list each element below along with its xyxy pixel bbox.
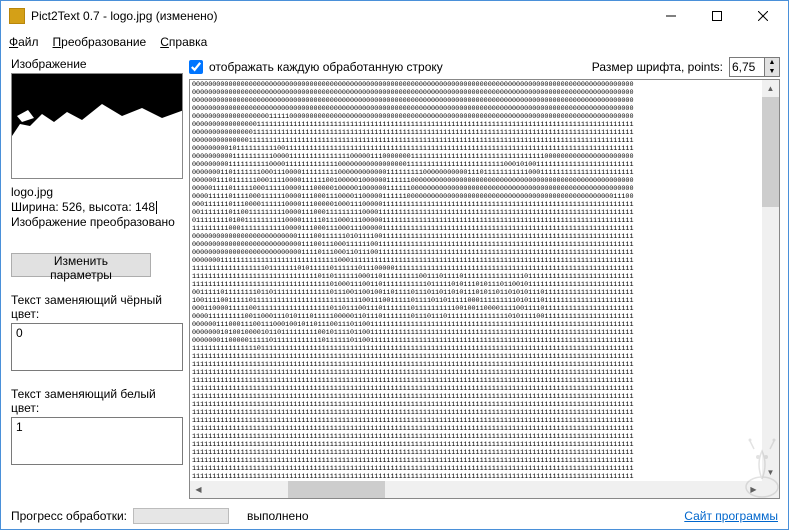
filename: logo.jpg: [11, 185, 183, 200]
minimize-button[interactable]: [648, 1, 694, 31]
app-icon: [9, 8, 25, 24]
scroll-left-icon[interactable]: ◀: [190, 481, 207, 498]
hscroll-thumb[interactable]: [288, 481, 385, 498]
font-size-input[interactable]: [730, 58, 764, 76]
right-panel: отображать каждую обработанную строку Ра…: [189, 53, 788, 503]
progress-done-label: выполнено: [247, 509, 309, 523]
hscroll-track[interactable]: [207, 481, 745, 498]
scroll-up-icon[interactable]: ▲: [762, 80, 779, 97]
vscroll-track[interactable]: [762, 97, 779, 464]
titlebar[interactable]: Pict2Text 0.7 - logo.jpg (изменено): [1, 1, 788, 31]
menu-help[interactable]: Справка: [160, 35, 207, 49]
text-output-content[interactable]: 0000000000000000000000000000000000000000…: [190, 80, 762, 481]
vertical-scrollbar[interactable]: ▲ ▼: [762, 80, 779, 481]
change-params-button[interactable]: Изменить параметры: [11, 253, 151, 277]
font-size-label: Размер шрифта, points:: [592, 60, 723, 74]
maximize-button[interactable]: [694, 1, 740, 31]
vscroll-thumb[interactable]: [762, 97, 779, 207]
image-dimensions: Ширина: 526, высота: 148: [11, 200, 155, 214]
show-each-line-checkbox[interactable]: [189, 60, 203, 74]
menu-file[interactable]: Файл: [9, 35, 39, 49]
black-text-input[interactable]: [11, 323, 183, 371]
left-panel: Изображение logo.jpg Ширина: 526, высота…: [1, 53, 189, 503]
window-title: Pict2Text 0.7 - logo.jpg (изменено): [31, 9, 648, 23]
progress-label: Прогресс обработки:: [11, 509, 127, 523]
menu-transform[interactable]: Преобразование: [53, 35, 147, 49]
scroll-down-icon[interactable]: ▼: [762, 464, 779, 481]
horizontal-scrollbar[interactable]: ◀ ▶: [190, 481, 762, 498]
spin-down-icon[interactable]: ▼: [765, 67, 779, 76]
text-output[interactable]: 0000000000000000000000000000000000000000…: [189, 79, 780, 499]
progress-bar: [133, 508, 229, 524]
file-info: logo.jpg Ширина: 526, высота: 148 Изобра…: [11, 185, 183, 245]
black-text-label: Текст заменяющий чёрный цвет:: [11, 293, 183, 321]
font-size-spinner[interactable]: ▲ ▼: [729, 57, 780, 77]
scroll-right-icon[interactable]: ▶: [745, 481, 762, 498]
white-text-label: Текст заменяющий белый цвет:: [11, 387, 183, 415]
scroll-corner: [762, 481, 779, 498]
image-label: Изображение: [11, 57, 183, 71]
image-preview: [11, 73, 183, 179]
show-each-line-label: отображать каждую обработанную строку: [209, 60, 443, 74]
spin-up-icon[interactable]: ▲: [765, 58, 779, 67]
conversion-status: Изображение преобразовано: [11, 215, 183, 230]
status-bar: Прогресс обработки: выполнено Сайт прогр…: [1, 503, 788, 529]
menubar: Файл Преобразование Справка: [1, 31, 788, 53]
site-link[interactable]: Сайт программы: [684, 509, 778, 523]
text-caret: [156, 201, 157, 214]
close-button[interactable]: [740, 1, 786, 31]
white-text-input[interactable]: [11, 417, 183, 465]
